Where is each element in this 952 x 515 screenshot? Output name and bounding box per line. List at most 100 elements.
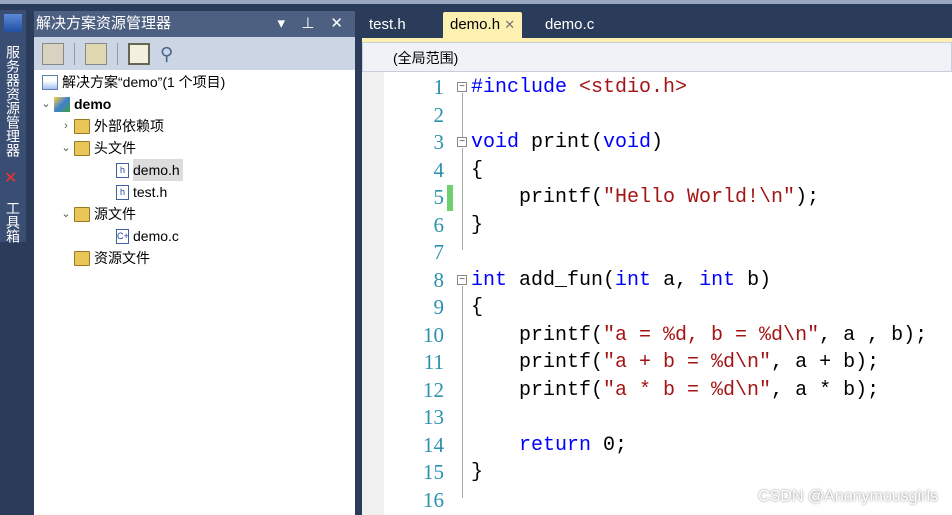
code-line[interactable]: { — [471, 294, 483, 322]
code-token: , a + b); — [771, 351, 880, 374]
code-line[interactable]: printf("Hello World!\n"); — [471, 184, 819, 212]
side-tab-strip: 服务器资源管理器 ✕ 工具箱 — [0, 10, 26, 243]
solution-icon — [42, 74, 58, 90]
code-token: printf( — [471, 323, 604, 347]
code-line[interactable]: printf("a * b = %d\n", a * b); — [471, 377, 879, 405]
server-explorer-icon — [4, 14, 22, 32]
tree-item[interactable]: h test.h — [100, 181, 167, 203]
line-number: 4 — [433, 157, 445, 182]
code-token: return — [519, 433, 592, 457]
code-token: 0; — [591, 433, 628, 457]
watermark: CSDN @Anonymousgirls — [758, 488, 938, 505]
tree-item[interactable]: ⌄ 源文件 — [58, 203, 136, 225]
tree-item-label: 头文件 — [94, 140, 136, 156]
code-token: print( — [519, 131, 604, 154]
code-line[interactable]: } — [471, 212, 483, 240]
code-token: add_fun( — [507, 268, 616, 292]
project-icon — [54, 96, 70, 112]
properties-icon[interactable] — [42, 42, 64, 65]
header-file-icon: h — [116, 162, 129, 178]
tab-test-h[interactable]: test.h — [362, 12, 413, 38]
folder-icon — [74, 250, 90, 266]
code-line[interactable]: return 0; — [471, 432, 627, 460]
line-number: 5 — [433, 185, 445, 209]
chevron-down-icon[interactable]: ⌄ — [58, 203, 74, 225]
line-number: 6 — [433, 212, 445, 237]
line-number: 12 — [423, 377, 444, 402]
tree-item[interactable]: C+ demo.c — [100, 225, 179, 247]
folder-open-icon — [74, 206, 90, 222]
panel-toolbar: ⚲ — [34, 37, 355, 70]
tree-item[interactable]: ⌄ 头文件 — [58, 137, 136, 159]
tree-item[interactable]: ⌄ demo — [38, 93, 111, 115]
code-line[interactable]: printf("a = %d, b = %d\n", a , b); — [471, 322, 927, 350]
code-line[interactable]: void print(void) — [471, 129, 663, 157]
side-tab-toolbox[interactable]: 工具箱 — [2, 192, 24, 252]
line-number: 7 — [433, 240, 445, 264]
cpp-file-icon: C+ — [116, 228, 129, 244]
fold-toggle-icon[interactable]: − — [457, 82, 467, 92]
fold-toggle-icon[interactable]: − — [457, 137, 467, 147]
code-editor: test.h demo.h ✕ demo.c (全局范围) 1 #include … — [362, 0, 952, 515]
code-token: printf( — [471, 378, 604, 402]
line-number: 8 — [433, 267, 445, 292]
tab-label: demo.h — [450, 16, 501, 33]
code-area[interactable]: 1 #include <stdio.h> 2 3 void print(void) 4 {5… — [362, 72, 952, 515]
side-tab-server-explorer[interactable]: 服务器资源管理器 — [2, 36, 24, 166]
code-token: "Hello World!\n" — [603, 186, 796, 209]
code-token: "a + b = %d\n" — [603, 351, 772, 374]
code-line[interactable]: printf("a + b = %d\n", a + b); — [471, 349, 879, 377]
document-tabs: test.h demo.h ✕ demo.c — [362, 10, 952, 38]
code-token: "a = %d, b = %d\n" — [603, 323, 820, 347]
code-line[interactable]: #include <stdio.h> — [471, 74, 687, 102]
view-code-icon[interactable] — [128, 42, 150, 65]
class-diagram-icon[interactable]: ⚲ — [160, 43, 182, 65]
chevron-right-icon[interactable]: › — [58, 115, 74, 137]
code-token: ); — [795, 186, 820, 209]
code-token: a, — [651, 268, 700, 292]
chevron-down-icon[interactable]: ⌄ — [58, 137, 74, 159]
show-all-files-icon[interactable] — [85, 42, 107, 65]
changed-line-marker — [447, 185, 453, 211]
code-line[interactable]: { — [471, 157, 483, 185]
code-token: <stdio.h> — [579, 76, 688, 99]
fold-toggle-icon[interactable]: − — [457, 274, 467, 285]
fold-guide — [462, 93, 463, 140]
toolbar-separator — [74, 42, 75, 65]
code-token: b) — [735, 268, 772, 292]
code-token: printf( — [471, 186, 604, 209]
code-line[interactable]: int add_fun(int a, int b) — [471, 267, 771, 295]
line-number: 14 — [423, 432, 444, 457]
code-token: , a , b); — [819, 323, 928, 347]
tree-item-label: 资源文件 — [94, 250, 150, 266]
tree-item-label: demo — [74, 96, 112, 112]
tree-item-label: demo.c — [133, 228, 179, 244]
tree-item-label: test.h — [133, 184, 168, 200]
code-token: "a * b = %d\n" — [603, 378, 772, 402]
code-token: { — [471, 158, 484, 182]
tree-item-label: 外部依赖项 — [94, 118, 164, 134]
code-token: #include — [471, 76, 580, 99]
line-number: 2 — [433, 102, 445, 127]
code-token: } — [471, 461, 484, 484]
toolbar-separator — [117, 42, 118, 65]
panel-window-buttons[interactable]: ▾ ⊥ ✕ — [278, 11, 350, 37]
tree-item[interactable]: h demo.h — [100, 159, 183, 181]
close-icon[interactable]: ✕ — [504, 17, 515, 32]
line-number: 10 — [423, 322, 444, 347]
line-number: 16 — [423, 487, 444, 512]
scope-dropdown[interactable]: (全局范围) — [362, 42, 952, 72]
tree-item[interactable]: 解决方案“demo”(1 个项目) — [42, 71, 225, 93]
selection-margin — [362, 72, 384, 515]
code-token: ) — [651, 131, 664, 154]
code-token: int — [471, 268, 508, 292]
tab-demo-h[interactable]: demo.h ✕ — [443, 12, 523, 38]
code-token: int — [615, 268, 652, 292]
code-line[interactable]: } — [471, 459, 483, 487]
tree-item[interactable]: › 外部依赖项 — [58, 115, 164, 137]
tab-demo-c[interactable]: demo.c — [538, 12, 601, 38]
line-number: 13 — [423, 405, 444, 429]
tree-item[interactable]: 资源文件 — [58, 247, 150, 269]
chevron-down-icon[interactable]: ⌄ — [38, 93, 54, 115]
